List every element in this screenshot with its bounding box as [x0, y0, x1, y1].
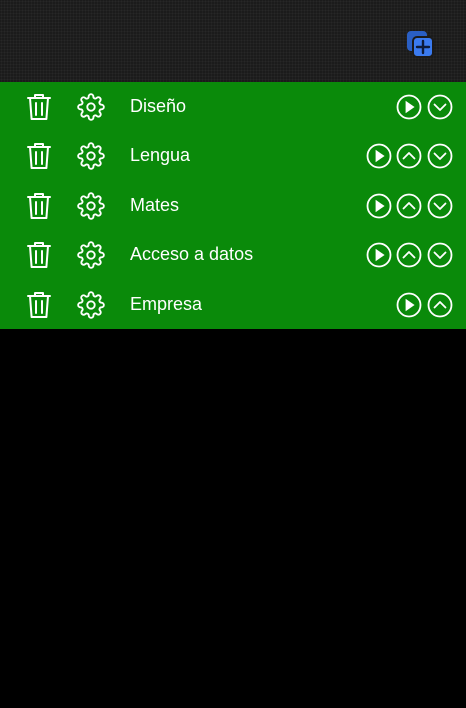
play-button[interactable] — [366, 242, 392, 268]
list-item: Empresa — [0, 280, 466, 329]
play-circle-icon — [396, 292, 422, 317]
move-up-button[interactable] — [396, 143, 422, 169]
gear-icon — [77, 241, 105, 269]
chevron-down-circle-icon — [427, 242, 453, 268]
delete-button[interactable] — [26, 142, 52, 170]
delete-button[interactable] — [26, 241, 52, 269]
delete-button[interactable] — [26, 93, 52, 121]
play-button[interactable] — [396, 94, 422, 120]
trash-icon — [27, 242, 51, 269]
subject-name[interactable]: Diseño — [130, 95, 186, 117]
subject-name[interactable]: Acceso a datos — [130, 243, 253, 265]
move-up-button[interactable] — [396, 193, 422, 219]
trash-icon — [27, 291, 51, 318]
play-circle-icon — [366, 242, 392, 268]
add-copy-icon — [407, 31, 434, 58]
top-bar — [0, 0, 466, 82]
delete-button[interactable] — [26, 291, 52, 319]
gear-icon — [77, 290, 105, 319]
move-down-button[interactable] — [427, 242, 453, 268]
play-button[interactable] — [366, 193, 392, 219]
add-subject-button[interactable] — [404, 28, 436, 60]
chevron-down-circle-icon — [427, 94, 453, 120]
move-up-button[interactable] — [396, 242, 422, 268]
play-button[interactable] — [396, 292, 422, 318]
settings-button[interactable] — [77, 192, 105, 220]
gear-icon — [77, 142, 105, 171]
chevron-up-circle-icon — [427, 292, 453, 317]
subject-name[interactable]: Mates — [130, 194, 179, 216]
settings-button[interactable] — [77, 241, 105, 269]
chevron-down-circle-icon — [427, 193, 453, 219]
delete-button[interactable] — [26, 192, 52, 220]
chevron-up-circle-icon — [396, 193, 422, 219]
trash-icon — [27, 192, 51, 219]
play-button[interactable] — [366, 143, 392, 169]
app-window: Diseño Lengua Mates Acceso a datos Empre… — [0, 0, 466, 708]
settings-button[interactable] — [77, 142, 105, 171]
move-down-button[interactable] — [427, 94, 453, 120]
list-item: Diseño — [0, 82, 466, 131]
subject-name[interactable]: Empresa — [130, 293, 202, 315]
trash-icon — [27, 143, 51, 170]
move-down-button[interactable] — [427, 193, 453, 219]
trash-icon — [27, 94, 51, 120]
move-up-button[interactable] — [427, 292, 453, 318]
subject-name[interactable]: Lengua — [130, 144, 190, 166]
settings-button[interactable] — [77, 290, 105, 319]
gear-icon — [77, 93, 105, 121]
empty-content-area — [0, 329, 466, 708]
play-circle-icon — [366, 193, 392, 219]
settings-button[interactable] — [77, 93, 105, 121]
chevron-up-circle-icon — [396, 143, 422, 169]
move-down-button[interactable] — [427, 143, 453, 169]
subject-list: Diseño Lengua Mates Acceso a datos Empre… — [0, 82, 466, 329]
chevron-down-circle-icon — [427, 143, 453, 169]
list-item: Lengua — [0, 131, 466, 180]
chevron-up-circle-icon — [396, 242, 422, 268]
play-circle-icon — [396, 94, 422, 120]
list-item: Mates — [0, 181, 466, 230]
list-item: Acceso a datos — [0, 230, 466, 279]
gear-icon — [77, 192, 105, 220]
play-circle-icon — [366, 143, 392, 169]
